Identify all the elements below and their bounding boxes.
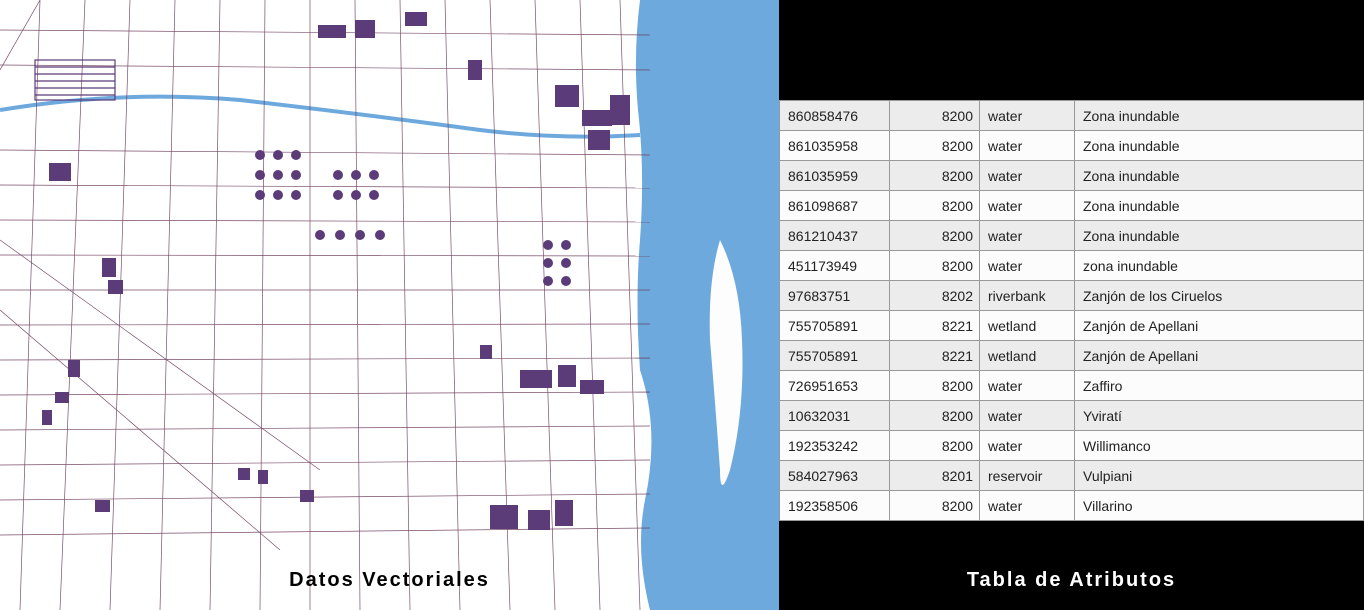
table-row[interactable]: 4511739498200waterzona inundable — [780, 251, 1364, 281]
table-caption: Tabla de Atributos — [967, 569, 1176, 592]
cell-code[interactable]: 8202 — [890, 281, 980, 311]
cell-name[interactable]: Zaffiro — [1075, 371, 1364, 401]
cell-code[interactable]: 8200 — [890, 221, 980, 251]
cell-type[interactable]: riverbank — [980, 281, 1075, 311]
cell-code[interactable]: 8221 — [890, 311, 980, 341]
table-row[interactable]: 7557058918221wetlandZanjón de Apellani — [780, 311, 1364, 341]
cell-code[interactable]: 8221 — [890, 341, 980, 371]
map-container[interactable] — [0, 0, 779, 610]
cell-code[interactable]: 8200 — [890, 131, 980, 161]
cell-id[interactable]: 861210437 — [780, 221, 890, 251]
cell-name[interactable]: Zona inundable — [1075, 101, 1364, 131]
attribute-table-container: 8608584768200waterZona inundable86103595… — [779, 100, 1364, 521]
cell-id[interactable]: 451173949 — [780, 251, 890, 281]
vector-map-svg — [0, 0, 779, 610]
cell-code[interactable]: 8201 — [890, 461, 980, 491]
cell-type[interactable]: water — [980, 251, 1075, 281]
cell-id[interactable]: 861098687 — [780, 191, 890, 221]
table-row[interactable]: 8610359598200waterZona inundable — [780, 161, 1364, 191]
cell-type[interactable]: water — [980, 491, 1075, 521]
cell-type[interactable]: water — [980, 371, 1075, 401]
map-caption: Datos Vectoriales — [289, 569, 490, 592]
cell-id[interactable]: 97683751 — [780, 281, 890, 311]
cell-code[interactable]: 8200 — [890, 191, 980, 221]
cell-name[interactable]: Zanjón de Apellani — [1075, 341, 1364, 371]
cell-name[interactable]: Zona inundable — [1075, 161, 1364, 191]
table-row[interactable]: 8608584768200waterZona inundable — [780, 101, 1364, 131]
cell-name[interactable]: Villarino — [1075, 491, 1364, 521]
cell-name[interactable]: Zona inundable — [1075, 191, 1364, 221]
cell-name[interactable]: Willimanco — [1075, 431, 1364, 461]
cell-id[interactable]: 860858476 — [780, 101, 890, 131]
cell-id[interactable]: 192358506 — [780, 491, 890, 521]
cell-name[interactable]: Zona inundable — [1075, 221, 1364, 251]
cell-type[interactable]: water — [980, 221, 1075, 251]
cell-id[interactable]: 726951653 — [780, 371, 890, 401]
cell-id[interactable]: 755705891 — [780, 341, 890, 371]
attribute-table[interactable]: 8608584768200waterZona inundable86103595… — [779, 100, 1364, 521]
cell-type[interactable]: water — [980, 191, 1075, 221]
cell-code[interactable]: 8200 — [890, 371, 980, 401]
cell-name[interactable]: zona inundable — [1075, 251, 1364, 281]
vector-map-panel: Datos Vectoriales — [0, 0, 779, 610]
cell-name[interactable]: Zanjón de los Ciruelos — [1075, 281, 1364, 311]
cell-type[interactable]: wetland — [980, 311, 1075, 341]
cell-id[interactable]: 10632031 — [780, 401, 890, 431]
table-row[interactable]: 976837518202riverbankZanjón de los Cirue… — [780, 281, 1364, 311]
cell-type[interactable]: water — [980, 161, 1075, 191]
table-row[interactable]: 7557058918221wetlandZanjón de Apellani — [780, 341, 1364, 371]
attribute-table-panel: 8608584768200waterZona inundable86103595… — [779, 0, 1364, 610]
cell-code[interactable]: 8200 — [890, 491, 980, 521]
table-row[interactable]: 106320318200waterYviratí — [780, 401, 1364, 431]
cell-type[interactable]: wetland — [980, 341, 1075, 371]
table-row[interactable]: 8612104378200waterZona inundable — [780, 221, 1364, 251]
cell-type[interactable]: water — [980, 131, 1075, 161]
sea-area — [636, 0, 779, 610]
table-row[interactable]: 7269516538200waterZaffiro — [780, 371, 1364, 401]
cell-id[interactable]: 755705891 — [780, 311, 890, 341]
cell-name[interactable]: Zona inundable — [1075, 131, 1364, 161]
cell-type[interactable]: water — [980, 401, 1075, 431]
river — [0, 97, 640, 137]
cell-type[interactable]: water — [980, 431, 1075, 461]
table-row[interactable]: 8610359588200waterZona inundable — [780, 131, 1364, 161]
cell-type[interactable]: water — [980, 101, 1075, 131]
table-row[interactable]: 5840279638201reservoirVulpiani — [780, 461, 1364, 491]
table-row[interactable]: 8610986878200waterZona inundable — [780, 191, 1364, 221]
cell-id[interactable]: 861035959 — [780, 161, 890, 191]
cell-code[interactable]: 8200 — [890, 401, 980, 431]
cell-code[interactable]: 8200 — [890, 431, 980, 461]
cell-id[interactable]: 584027963 — [780, 461, 890, 491]
cell-code[interactable]: 8200 — [890, 101, 980, 131]
cell-name[interactable]: Zanjón de Apellani — [1075, 311, 1364, 341]
table-row[interactable]: 1923532428200waterWillimanco — [780, 431, 1364, 461]
buildings — [35, 12, 630, 530]
cell-name[interactable]: Yviratí — [1075, 401, 1364, 431]
street-grid — [0, 0, 650, 610]
cell-id[interactable]: 192353242 — [780, 431, 890, 461]
cell-name[interactable]: Vulpiani — [1075, 461, 1364, 491]
cell-type[interactable]: reservoir — [980, 461, 1075, 491]
cell-code[interactable]: 8200 — [890, 161, 980, 191]
table-row[interactable]: 1923585068200waterVillarino — [780, 491, 1364, 521]
cell-code[interactable]: 8200 — [890, 251, 980, 281]
cell-id[interactable]: 861035958 — [780, 131, 890, 161]
